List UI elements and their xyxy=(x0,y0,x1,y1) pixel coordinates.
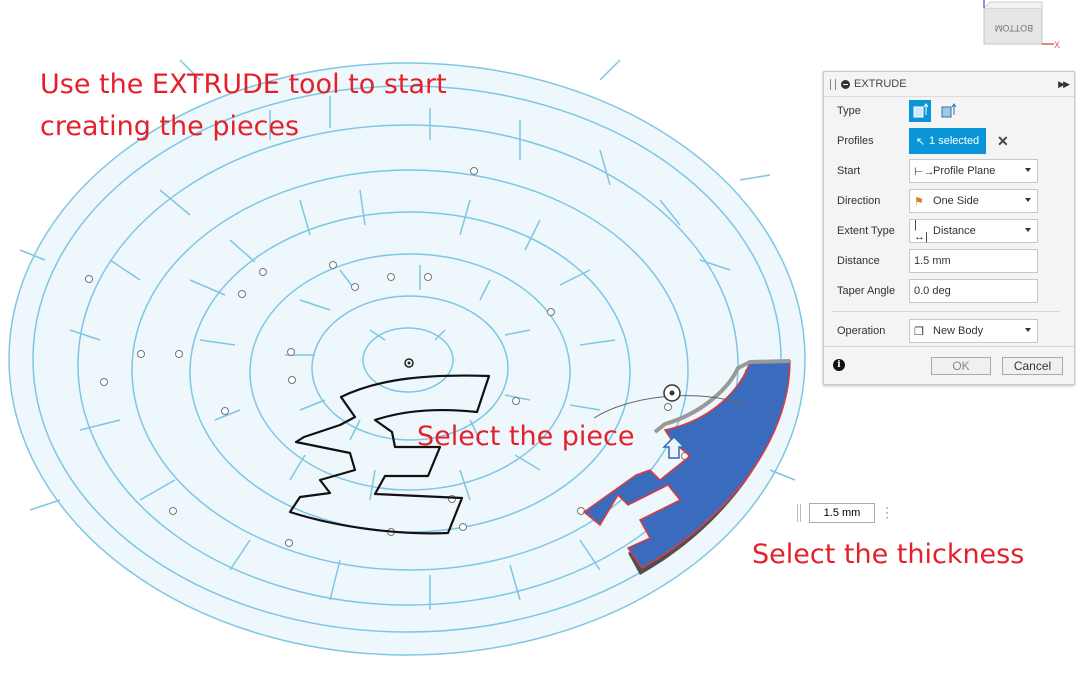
chevron-down-icon xyxy=(1025,168,1031,172)
start-value: Profile Plane xyxy=(933,165,996,177)
chevron-down-icon xyxy=(1025,228,1031,232)
operation-label: Operation xyxy=(837,325,886,337)
taper-angle-input[interactable]: 0.0 deg xyxy=(909,279,1038,303)
operation-row: Operation xyxy=(837,319,909,343)
more-options-icon[interactable]: · · · xyxy=(885,501,889,523)
new-body-icon: ❐ xyxy=(914,325,924,338)
taper-angle-label: Taper Angle xyxy=(837,285,896,297)
extent-type-label: Extent Type xyxy=(837,225,895,237)
type-row: Type xyxy=(837,99,909,123)
distance-input[interactable]: 1.5 mm xyxy=(909,249,1038,273)
view-cube-axis-x: X xyxy=(1054,40,1060,50)
info-icon[interactable]: i xyxy=(833,359,845,371)
tool-hint-line1: Use the EXTRUDE tool to start xyxy=(40,69,447,100)
extrude-feature-icon xyxy=(913,103,929,118)
distance-label: Distance xyxy=(837,255,880,267)
select-piece-label: Select the piece xyxy=(417,421,635,452)
start-dropdown[interactable]: ⊢→ Profile Plane xyxy=(909,159,1038,183)
view-cube[interactable]: BOTTOM X xyxy=(976,0,1064,56)
panel-divider xyxy=(832,311,1060,312)
select-thickness-label: Select the thickness xyxy=(752,539,1025,570)
clear-selection-icon[interactable]: ✕ xyxy=(997,133,1009,150)
cursor-icon: ↖ xyxy=(915,135,926,148)
type-thin-button[interactable] xyxy=(937,100,959,122)
extrude-panel: EXTRUDE ▶▶ Type Profiles ↖ 1 selected ✕ … xyxy=(823,71,1075,385)
profiles-selection-button[interactable]: ↖ 1 selected xyxy=(909,128,986,154)
distance-manipulator-box: 1.5 mm · · · xyxy=(797,501,901,525)
extent-type-row: Extent Type xyxy=(837,219,909,243)
maze-board[interactable] xyxy=(8,59,806,656)
direction-value: One Side xyxy=(933,195,979,207)
type-label: Type xyxy=(837,105,861,117)
direction-dropdown[interactable]: ⚑ One Side xyxy=(909,189,1038,213)
origin-point xyxy=(404,358,414,368)
distance-manipulator-input[interactable]: 1.5 mm xyxy=(809,503,875,523)
direction-label: Direction xyxy=(837,195,881,207)
panel-footer: i OK Cancel xyxy=(824,346,1074,385)
profiles-label: Profiles xyxy=(837,135,874,147)
profile-plane-icon: ⊢→ xyxy=(914,165,935,178)
profiles-value: 1 selected xyxy=(929,135,980,147)
tool-hint-line2: creating the pieces xyxy=(40,111,300,142)
taper-angle-row: Taper Angle xyxy=(837,279,909,303)
expand-icon[interactable]: ▶▶ xyxy=(1058,79,1070,90)
start-label: Start xyxy=(837,165,861,177)
distance-row: Distance xyxy=(837,249,909,273)
start-row: Start xyxy=(837,159,909,183)
view-cube-face-label: BOTTOM xyxy=(995,23,1033,33)
distance-icon: |↔| xyxy=(914,219,928,243)
operation-dropdown[interactable]: ❐ New Body xyxy=(909,319,1038,343)
extent-type-dropdown[interactable]: |↔| Distance xyxy=(909,219,1038,243)
ok-button[interactable]: OK xyxy=(931,357,991,375)
chevron-down-icon xyxy=(1025,198,1031,202)
panel-header[interactable]: EXTRUDE ▶▶ xyxy=(824,72,1074,97)
operation-value: New Body xyxy=(933,325,984,337)
extrude-thin-icon xyxy=(941,103,957,118)
drag-handle-icon[interactable] xyxy=(830,78,836,90)
chevron-down-icon xyxy=(1025,328,1031,332)
drag-handle-icon[interactable] xyxy=(797,504,803,522)
type-feature-button[interactable] xyxy=(909,100,931,122)
panel-title: EXTRUDE xyxy=(854,78,907,90)
cancel-button[interactable]: Cancel xyxy=(1002,357,1063,375)
direction-row: Direction xyxy=(837,189,909,213)
profiles-row: Profiles xyxy=(837,129,909,153)
collapse-icon[interactable] xyxy=(841,79,850,89)
extent-type-value: Distance xyxy=(933,225,976,237)
flag-icon: ⚑ xyxy=(914,195,924,208)
